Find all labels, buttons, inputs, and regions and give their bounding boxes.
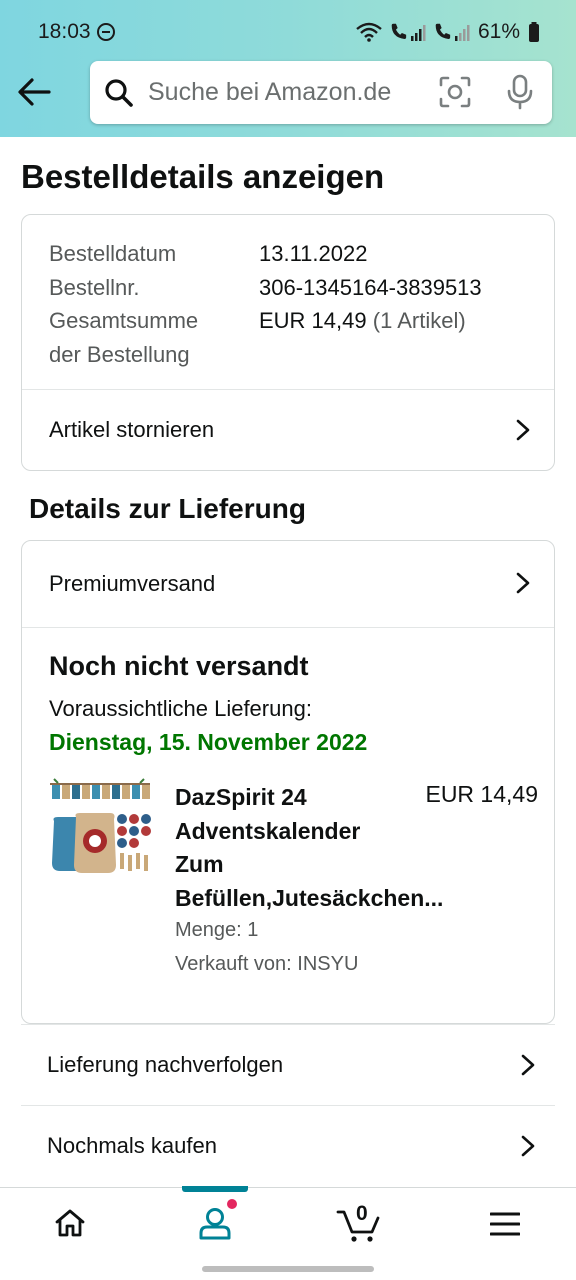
search-input[interactable]: Suche bei Amazon.de <box>148 78 391 107</box>
chevron-right-icon <box>521 1054 535 1076</box>
delivery-section-title: Details zur Lieferung <box>29 493 306 524</box>
status-bar: 18:03 61% <box>0 0 576 62</box>
shipping-method-link[interactable]: Premiumversand <box>22 541 554 627</box>
buy-again-label: Nochmals kaufen <box>47 1132 217 1158</box>
wifi-icon <box>356 22 382 42</box>
nav-home[interactable] <box>0 1188 144 1261</box>
delivery-card: Premiumversand Noch nicht versandt Vorau… <box>21 540 555 1024</box>
do-not-disturb-icon <box>97 23 115 41</box>
nav-account[interactable] <box>144 1188 288 1261</box>
volte-sim2-icon <box>435 23 470 41</box>
battery-percent: 61% <box>477 20 520 43</box>
order-date-row: Bestelldatum 13.11.2022 <box>49 237 482 271</box>
eta-date: Dienstag, 15. November 2022 <box>49 729 368 755</box>
order-number-label: Bestellnr. <box>49 274 140 300</box>
buy-again-link[interactable]: Nochmals kaufen <box>21 1105 555 1185</box>
order-total-value: EUR 14,49 (1 Artikel) <box>259 304 466 371</box>
status-icons: 61% <box>356 20 540 44</box>
order-number-row: Bestellnr. 306-1345164-3839513 <box>49 271 482 305</box>
product-image[interactable] <box>48 777 152 877</box>
nav-menu[interactable] <box>432 1188 576 1261</box>
chevron-right-icon <box>516 419 530 441</box>
product-price: EUR 14,49 <box>425 781 538 807</box>
home-icon <box>55 1209 85 1237</box>
menu-icon <box>490 1212 520 1236</box>
search-icon <box>105 79 133 107</box>
microphone-icon[interactable] <box>506 74 534 110</box>
chevron-right-icon <box>521 1135 535 1157</box>
product-quantity: Menge: 1 <box>175 919 259 941</box>
camera-scan-icon[interactable] <box>439 76 471 108</box>
track-delivery-label: Lieferung nachverfolgen <box>47 1051 284 1077</box>
track-delivery-link[interactable]: Lieferung nachverfolgen <box>21 1024 555 1104</box>
account-icon <box>199 1208 231 1240</box>
order-total-label-line1: Gesamtsumme <box>49 308 199 333</box>
page-title: Bestelldetails anzeigen <box>21 158 385 195</box>
chevron-right-icon <box>516 572 530 594</box>
order-number-value: 306-1345164-3839513 <box>259 274 482 300</box>
gesture-navigation-bar[interactable] <box>202 1266 374 1272</box>
volte-sim1-icon <box>391 23 426 41</box>
shipment-status: Noch nicht versandt <box>49 651 309 681</box>
shipping-method-label: Premiumversand <box>49 571 216 596</box>
cart-count-badge: 0 <box>356 1202 368 1225</box>
cancel-items-link[interactable]: Artikel stornieren <box>22 390 554 470</box>
back-arrow-icon[interactable] <box>16 76 52 108</box>
order-total-amount: EUR 14,49 <box>259 308 367 333</box>
notification-dot <box>226 1198 238 1210</box>
order-summary-grid: Bestelldatum 13.11.2022 Bestellnr. 306-1… <box>49 237 482 371</box>
order-total-row: Gesamtsumme der Bestellung EUR 14,49 (1 … <box>49 304 482 371</box>
order-total-label-line2: der Bestellung <box>49 341 190 367</box>
order-date-value: 13.11.2022 <box>259 241 368 266</box>
order-total-label: Gesamtsumme der Bestellung <box>49 304 259 371</box>
order-date-label: Bestelldatum <box>49 241 177 266</box>
eta-label: Voraussichtliche Lieferung: <box>49 696 312 721</box>
product-title-line: Befüllen,Jutesäckchen... <box>175 884 444 911</box>
order-total-items: (1 Artikel) <box>372 308 466 333</box>
product-title-line: Zum <box>175 851 224 877</box>
search-bar[interactable]: Suche bei Amazon.de <box>90 61 552 124</box>
divider <box>22 627 554 628</box>
cancel-items-label: Artikel stornieren <box>49 417 215 442</box>
app-header: 18:03 61% Suche bei Amazon.de <box>0 0 576 137</box>
bottom-navigation: 0 <box>0 1186 576 1261</box>
order-summary-card: Bestelldatum 13.11.2022 Bestellnr. 306-1… <box>21 214 555 471</box>
status-time: 18:03 <box>38 20 91 43</box>
battery-icon <box>529 22 539 42</box>
product-title-line: Adventskalender <box>175 817 361 844</box>
product-seller: Verkauft von: INSYU <box>175 953 359 975</box>
